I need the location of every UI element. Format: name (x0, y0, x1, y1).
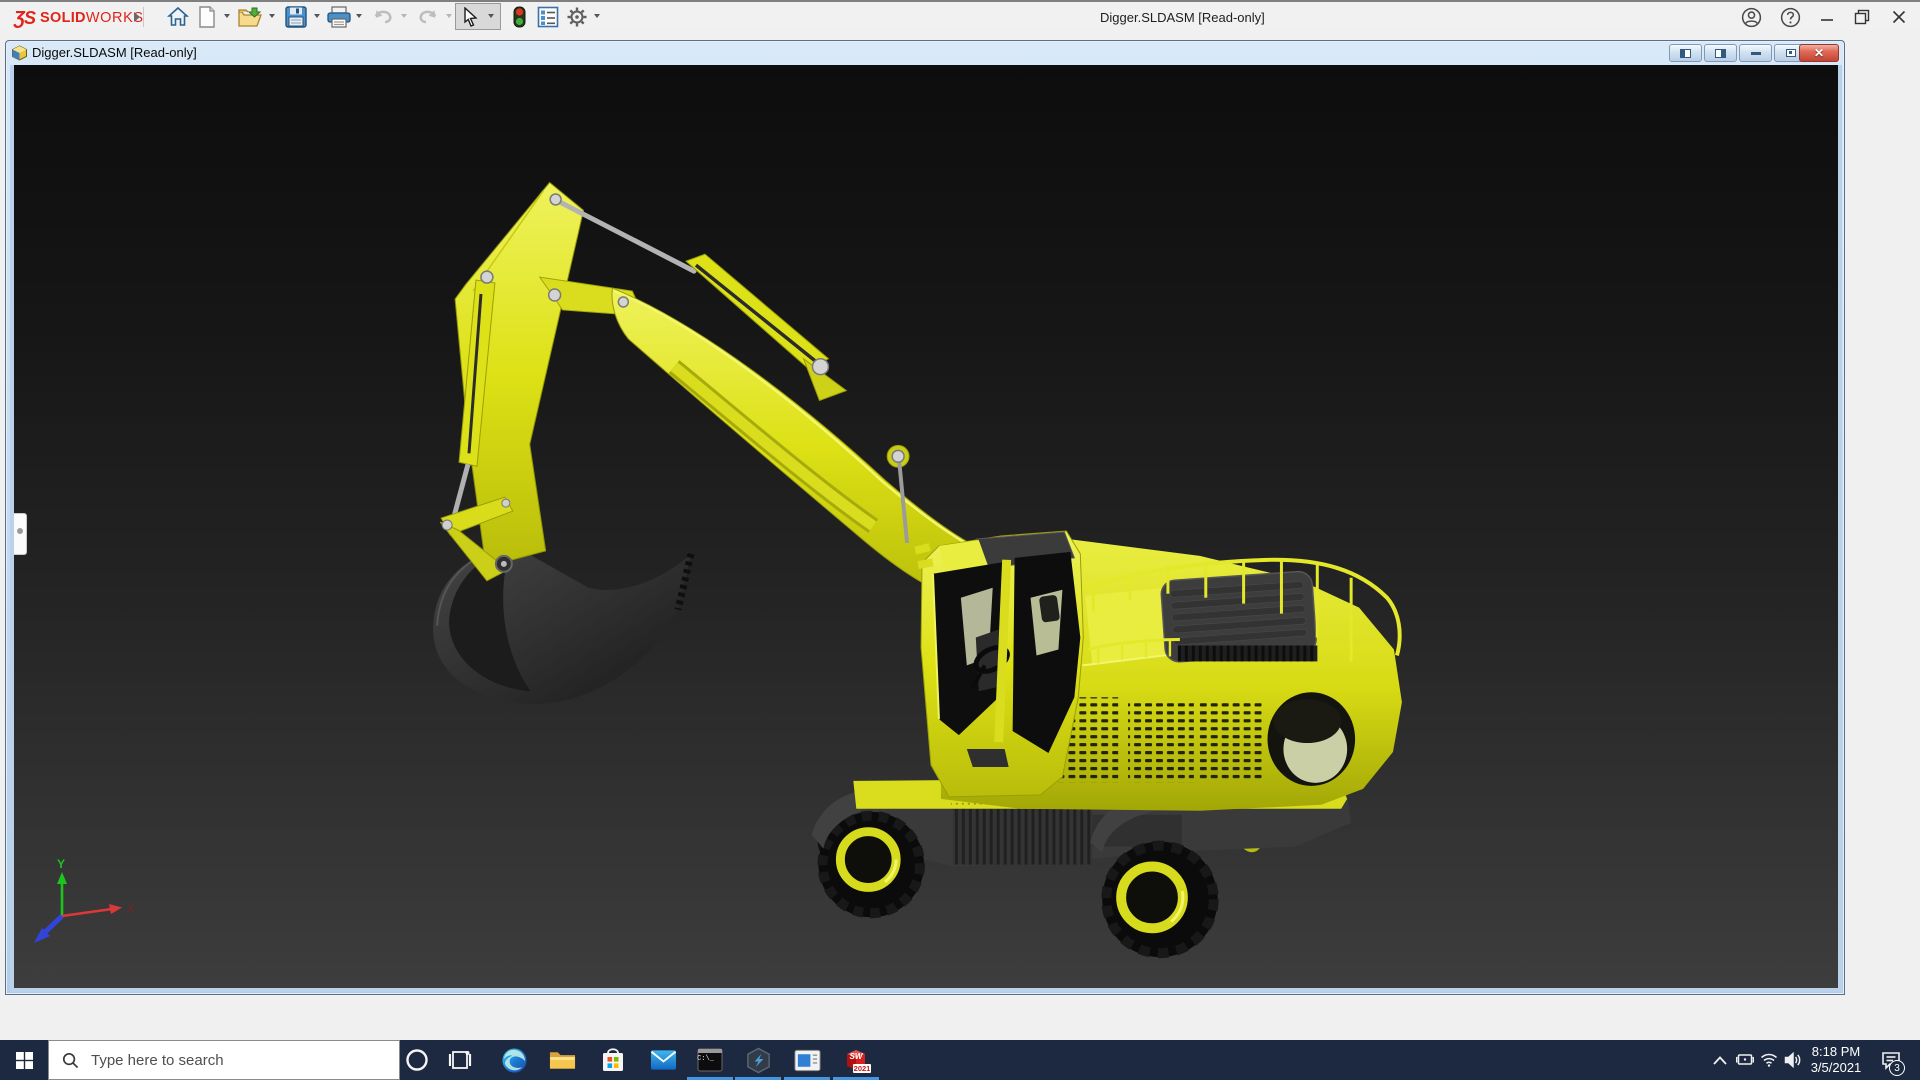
edge-browser-icon[interactable] (491, 1040, 537, 1080)
file-explorer-icon[interactable] (539, 1040, 585, 1080)
clock-date: 3/5/2021 (1810, 1060, 1862, 1075)
rear-wheel[interactable] (1101, 840, 1219, 959)
wireless-display-icon[interactable] (1734, 1040, 1756, 1080)
toolbar-separator (143, 7, 144, 27)
new-document-button[interactable] (194, 4, 220, 30)
rebuild-traffic-light-icon[interactable] (506, 4, 532, 30)
pane-toggle-right-button[interactable] (1704, 44, 1737, 62)
taskbar-clock[interactable]: 8:18 PM 3/5/2021 (1794, 1044, 1878, 1076)
save-button[interactable] (283, 4, 309, 30)
account-icon[interactable] (1736, 3, 1766, 31)
notification-badge[interactable]: 3 (1889, 1060, 1905, 1076)
new-document-caret[interactable] (224, 14, 230, 18)
search-icon (62, 1052, 79, 1068)
sw-icon-label: SW (849, 1051, 863, 1061)
redo-button[interactable] (415, 4, 441, 30)
app-window-title: Digger.SLDASM [Read-only] (1100, 10, 1265, 25)
open-caret[interactable] (269, 14, 275, 18)
excavator-cab[interactable] (914, 530, 1084, 798)
graphics-viewport[interactable]: Y X *Dimetric (10, 65, 1842, 992)
document-title: Digger.SLDASM [Read-only] (32, 45, 197, 60)
feature-tree-collapsed-tab[interactable] (14, 513, 27, 555)
doc-close-button[interactable]: ✕ (1799, 44, 1839, 62)
excavator-model[interactable] (14, 65, 1838, 988)
menu-expand-arrow-icon[interactable] (124, 4, 150, 30)
settings-caret[interactable] (594, 14, 600, 18)
orientation-triad: Y X (34, 857, 135, 943)
terminal-prompt-text: C:\_ (697, 1055, 714, 1063)
print-caret[interactable] (356, 14, 362, 18)
taskbar: C:\_ SW 2021 8:18 PM 3/5/2021 (0, 1040, 1920, 1080)
wifi-icon[interactable] (1758, 1040, 1780, 1080)
select-tool-button[interactable] (455, 3, 501, 30)
undo-button[interactable] (370, 4, 396, 30)
save-caret[interactable] (314, 14, 320, 18)
tab-handle-dot (17, 528, 23, 534)
hexagon-tool-icon[interactable] (735, 1040, 781, 1080)
select-tool-caret[interactable] (488, 14, 494, 18)
open-button[interactable] (237, 4, 263, 30)
doc-minimize-button[interactable] (1739, 44, 1772, 62)
app-titlebar: ƷS SOLID WORKS Digger.SLDASM [Read-only] (0, 0, 1920, 30)
command-prompt-icon[interactable]: C:\_ (687, 1040, 733, 1080)
close-button[interactable] (1884, 3, 1914, 31)
search-input[interactable] (89, 1050, 369, 1070)
document-window: Digger.SLDASM [Read-only] ✕ Y X *Dimetri… (5, 40, 1845, 995)
tray-chevron-icon[interactable] (1710, 1040, 1730, 1080)
window-app-icon[interactable] (784, 1040, 830, 1080)
document-titlebar[interactable]: Digger.SLDASM [Read-only] ✕ (6, 41, 1844, 65)
start-button[interactable] (0, 1040, 48, 1080)
clock-time: 8:18 PM (1811, 1044, 1861, 1059)
restore-button[interactable] (1847, 3, 1877, 31)
pane-toggle-left-button[interactable] (1669, 44, 1702, 62)
view-orientation-label: *Dimetric (26, 966, 91, 982)
undo-caret[interactable] (401, 14, 407, 18)
home-button[interactable] (165, 4, 191, 30)
microsoft-store-icon[interactable] (590, 1040, 636, 1080)
triad-y-label: Y (57, 857, 65, 871)
settings-gear-icon[interactable] (564, 4, 590, 30)
sw-icon-year: 2021 (852, 1063, 872, 1073)
cortana-icon[interactable] (394, 1040, 440, 1080)
minimize-button[interactable] (1812, 3, 1842, 31)
property-manager-icon[interactable] (535, 4, 561, 30)
task-view-icon[interactable] (437, 1040, 483, 1080)
excavator-bucket[interactable] (433, 543, 695, 705)
print-button[interactable] (326, 4, 352, 30)
taskbar-search[interactable] (48, 1040, 400, 1080)
assembly-icon (12, 45, 27, 61)
redo-caret[interactable] (446, 14, 452, 18)
help-icon[interactable] (1775, 3, 1805, 31)
mail-icon[interactable] (640, 1040, 686, 1080)
triad-x-label: X (127, 903, 135, 915)
solidworks-logo-mark: ƷS (14, 7, 36, 28)
solidworks-taskbar-icon[interactable]: SW 2021 (833, 1040, 879, 1080)
